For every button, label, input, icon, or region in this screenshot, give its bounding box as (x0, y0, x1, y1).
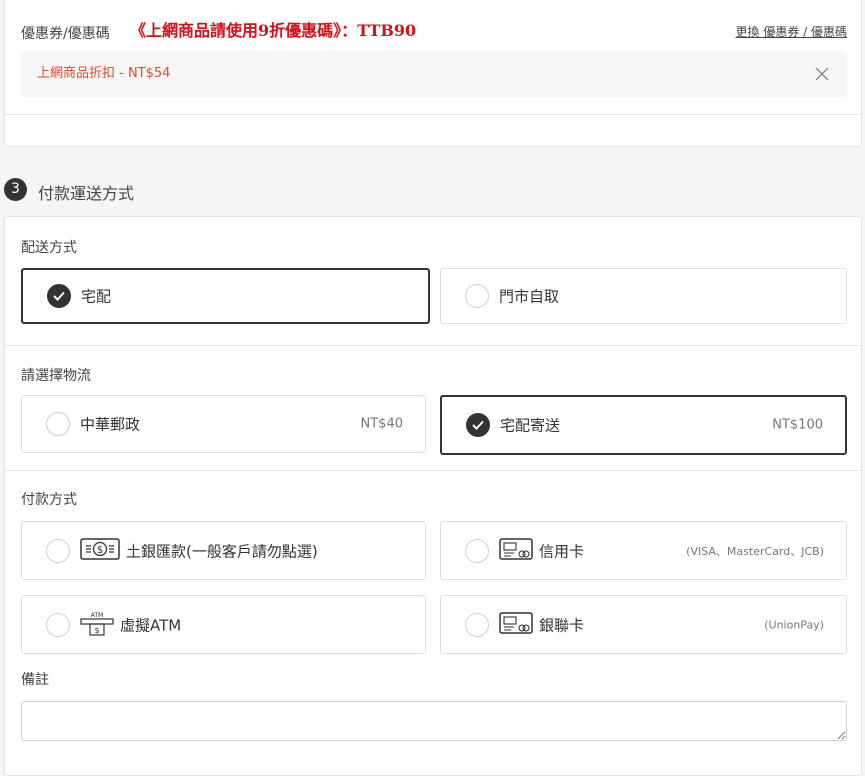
step-title: 付款運送方式 (38, 184, 135, 203)
option-label: 門市自取 (499, 287, 560, 306)
cash-icon: $ (80, 537, 120, 564)
option-label: 宅配寄送 (500, 416, 561, 435)
radio-unchecked (465, 538, 489, 563)
option-price: NT$40 (360, 416, 403, 432)
remark-textarea[interactable] (21, 701, 847, 741)
option-label: 銀聯卡 (539, 616, 585, 634)
radio-unchecked (46, 538, 70, 563)
remark-label: 備註 (21, 672, 49, 688)
option-note: (UnionPay) (764, 618, 824, 631)
change-coupon-link[interactable]: 更換 優惠券 / 優惠碼 (736, 23, 848, 40)
option-label: 虛擬ATM (120, 616, 182, 634)
logistics-label: 請選擇物流 (21, 368, 91, 384)
applied-coupon-text: 上網商品折扣 - NT$54 (37, 66, 171, 81)
payment-option-unionpay[interactable]: 銀聯卡 (UnionPay) (440, 595, 847, 654)
radio-unchecked (465, 612, 489, 637)
radio-unchecked (46, 412, 70, 436)
payment-option-credit-card[interactable]: 信用卡 (VISA、MasterCard、JCB) (440, 521, 847, 580)
coupon-section: 優惠券/優惠碼 《上網商品請使用9折優惠碼》：TTB90 更換 優惠券 / 優惠… (4, 0, 862, 147)
card-icon (499, 611, 533, 638)
option-note: (VISA、MasterCard、JCB) (686, 544, 824, 558)
divider (5, 470, 861, 471)
applied-coupon-box: 上網商品折扣 - NT$54 (21, 51, 847, 97)
option-label: 中華郵政 (80, 415, 141, 434)
shipping-option-home-delivery[interactable]: 宅配 (21, 268, 430, 324)
option-label: 土銀匯款(一般客戶請勿點選) (126, 542, 318, 560)
radio-unchecked (465, 284, 489, 308)
coupon-label: 優惠券/優惠碼 (21, 26, 110, 42)
close-icon[interactable] (813, 65, 831, 83)
divider (5, 114, 861, 115)
logistics-option-home-delivery[interactable]: 宅配寄送 NT$100 (440, 395, 847, 455)
card-icon (499, 537, 533, 564)
option-label: 宅配 (81, 287, 112, 306)
svg-text:$: $ (94, 626, 99, 635)
svg-text:$: $ (97, 545, 103, 556)
logistics-option-post[interactable]: 中華郵政 NT$40 (21, 395, 426, 453)
shipping-method-label: 配送方式 (21, 240, 77, 256)
option-price: NT$100 (772, 417, 823, 433)
payment-option-virtual-atm[interactable]: ATM $ 虛擬ATM (21, 595, 426, 654)
step-number-badge: 3 (4, 178, 27, 201)
atm-icon: ATM $ (80, 610, 114, 640)
payment-method-label: 付款方式 (21, 492, 77, 508)
option-label: 信用卡 (539, 542, 585, 560)
payment-shipping-section: 配送方式 宅配 門市自取 請選擇物流 中華郵政 NT$40 宅配寄送 NT$10… (4, 216, 862, 776)
radio-unchecked (46, 612, 70, 637)
coupon-promo-text: 《上網商品請使用9折優惠碼》：TTB90 (130, 21, 417, 40)
shipping-option-store-pickup[interactable]: 門市自取 (440, 268, 847, 324)
payment-option-bank-transfer[interactable]: $ 土銀匯款(一般客戶請勿點選) (21, 521, 426, 580)
radio-checked (466, 413, 490, 437)
divider (5, 345, 861, 346)
radio-checked (47, 284, 71, 308)
atm-icon-text: ATM (91, 612, 103, 619)
